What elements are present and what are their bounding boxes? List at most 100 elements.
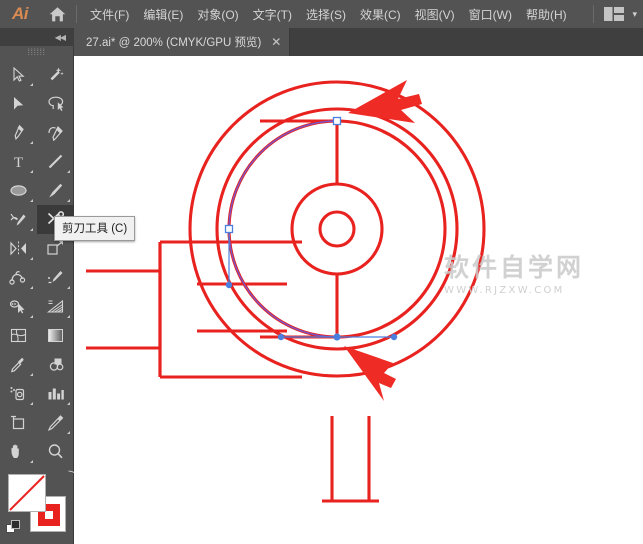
toolbar-grip[interactable]: ⁞⁞⁞⁞⁞⁞: [0, 46, 73, 58]
ellipse-tool[interactable]: [0, 176, 37, 205]
magnifier-icon: [46, 443, 65, 460]
flyout-indicator-icon: [30, 83, 33, 86]
artboard-tool[interactable]: [0, 408, 37, 437]
anchor-left[interactable]: [226, 226, 233, 233]
curvature-icon: [47, 124, 65, 141]
free-transform-icon: [46, 240, 65, 257]
flyout-indicator-icon: [30, 141, 33, 144]
hub-circle: [292, 184, 382, 274]
flyout-indicator-icon: [67, 402, 70, 405]
collapse-arrows-icon[interactable]: ◀◀: [55, 33, 65, 42]
menu-type[interactable]: 文字(T): [246, 2, 299, 27]
puppet-warp-tool[interactable]: [0, 263, 37, 292]
lasso-tool[interactable]: [37, 89, 74, 118]
shaper-tool[interactable]: [0, 205, 37, 234]
menu-help[interactable]: 帮助(H): [519, 2, 574, 27]
menu-file[interactable]: 文件(F): [83, 2, 136, 27]
eyedropper-icon: [9, 356, 28, 373]
shaft-rectangle: [86, 271, 160, 348]
fill-swatch[interactable]: [8, 474, 46, 512]
flyout-indicator-icon: [30, 460, 33, 463]
blend-tool[interactable]: [37, 350, 74, 379]
magic-wand-tool[interactable]: [37, 60, 74, 89]
menu-window[interactable]: 窗口(W): [462, 2, 519, 27]
arrow-outline-icon: [10, 66, 27, 83]
handle-bottom-left[interactable]: [278, 334, 284, 340]
shape-builder-icon: [46, 269, 65, 286]
anchor-bottom[interactable]: [333, 333, 340, 340]
annotation-arrow-top: [348, 80, 422, 123]
line-segment-icon: [47, 153, 64, 170]
width-cursor-icon: [9, 298, 28, 315]
paintbrush-tool[interactable]: [37, 176, 74, 205]
hand-icon: [9, 443, 28, 460]
width-tool[interactable]: [0, 292, 37, 321]
close-icon[interactable]: ✕: [271, 36, 281, 48]
flyout-indicator-icon: [67, 199, 70, 202]
flyout-indicator-icon: [67, 315, 70, 318]
workspace-divider: [593, 5, 594, 23]
annotation-arrows: [344, 80, 422, 401]
column-graph-tool[interactable]: [37, 379, 74, 408]
perspective-grid-icon: [46, 298, 65, 315]
mesh-tool[interactable]: [0, 321, 37, 350]
line-segment-tool[interactable]: [37, 147, 74, 176]
anchor-top[interactable]: [334, 118, 341, 125]
tool-tooltip: 剪刀工具 (C): [54, 216, 135, 241]
pen-tool[interactable]: [0, 118, 37, 147]
menu-select[interactable]: 选择(S): [299, 2, 353, 27]
selection-tool[interactable]: [0, 60, 37, 89]
perspective-grid-tool[interactable]: [37, 292, 74, 321]
no-fill-slash-icon: [9, 475, 45, 511]
menu-effect[interactable]: 效果(C): [353, 2, 408, 27]
blend-icon: [46, 356, 65, 373]
magic-wand-icon: [47, 66, 64, 83]
menu-divider: [76, 5, 77, 23]
rotate-tool[interactable]: [0, 234, 37, 263]
curvature-tool[interactable]: [37, 118, 74, 147]
menu-object[interactable]: 对象(O): [190, 2, 245, 27]
bore-circle: [320, 212, 354, 246]
mesh-icon: [9, 327, 28, 344]
tool-grid: T: [0, 60, 73, 466]
symbol-sprayer-icon: [9, 385, 28, 402]
arrow-solid-icon: [10, 95, 27, 112]
artwork-svg: [74, 56, 643, 544]
document-tab-bar: 27.ai* @ 200% (CMYK/GPU 预览) ✕: [74, 28, 643, 56]
flyout-indicator-icon: [30, 257, 33, 260]
document-tab[interactable]: 27.ai* @ 200% (CMYK/GPU 预览) ✕: [74, 28, 290, 56]
handle-left-lower[interactable]: [226, 282, 232, 288]
zoom-tool[interactable]: [37, 437, 74, 466]
type-tool[interactable]: T: [0, 147, 37, 176]
symbol-sprayer-tool[interactable]: [0, 379, 37, 408]
app-logo-icon: Ai: [0, 0, 40, 28]
bar-graph-icon: [46, 385, 65, 402]
illustrator-window: Ai 文件(F) 编辑(E) 对象(O) 文字(T) 选择(S) 效果(C) 视…: [0, 0, 643, 544]
default-fill-stroke-icon[interactable]: [6, 520, 21, 535]
chevron-down-icon[interactable]: ▾: [632, 9, 637, 20]
handle-bottom-right[interactable]: [391, 334, 397, 340]
ellipse-icon: [9, 182, 28, 199]
flyout-indicator-icon: [30, 199, 33, 202]
reflect-icon: [9, 240, 28, 257]
slice-tool[interactable]: [37, 408, 74, 437]
shaper-pencil-icon: [9, 211, 28, 228]
menu-view[interactable]: 视图(V): [408, 2, 462, 27]
panel-collapse-strip[interactable]: ◀◀: [0, 28, 74, 46]
flyout-indicator-icon: [67, 431, 70, 434]
annotation-arrow-bottom: [344, 346, 396, 401]
hand-tool[interactable]: [0, 437, 37, 466]
gradient-tool[interactable]: [37, 321, 74, 350]
direct-selection-tool[interactable]: [0, 89, 37, 118]
gradient-icon: [46, 327, 65, 344]
type-T-icon: T: [10, 153, 27, 170]
lasso-icon: [47, 95, 65, 112]
menu-edit[interactable]: 编辑(E): [136, 2, 190, 27]
document-canvas[interactable]: 软件自学网 WWW.RJZXW.COM: [74, 56, 643, 544]
workspace-switcher-icon[interactable]: [604, 7, 624, 21]
shape-builder-tool[interactable]: [37, 263, 74, 292]
home-icon[interactable]: [40, 0, 74, 28]
flyout-indicator-icon: [30, 315, 33, 318]
eyedropper-tool[interactable]: [0, 350, 37, 379]
workspace-area: ▾: [593, 0, 637, 28]
